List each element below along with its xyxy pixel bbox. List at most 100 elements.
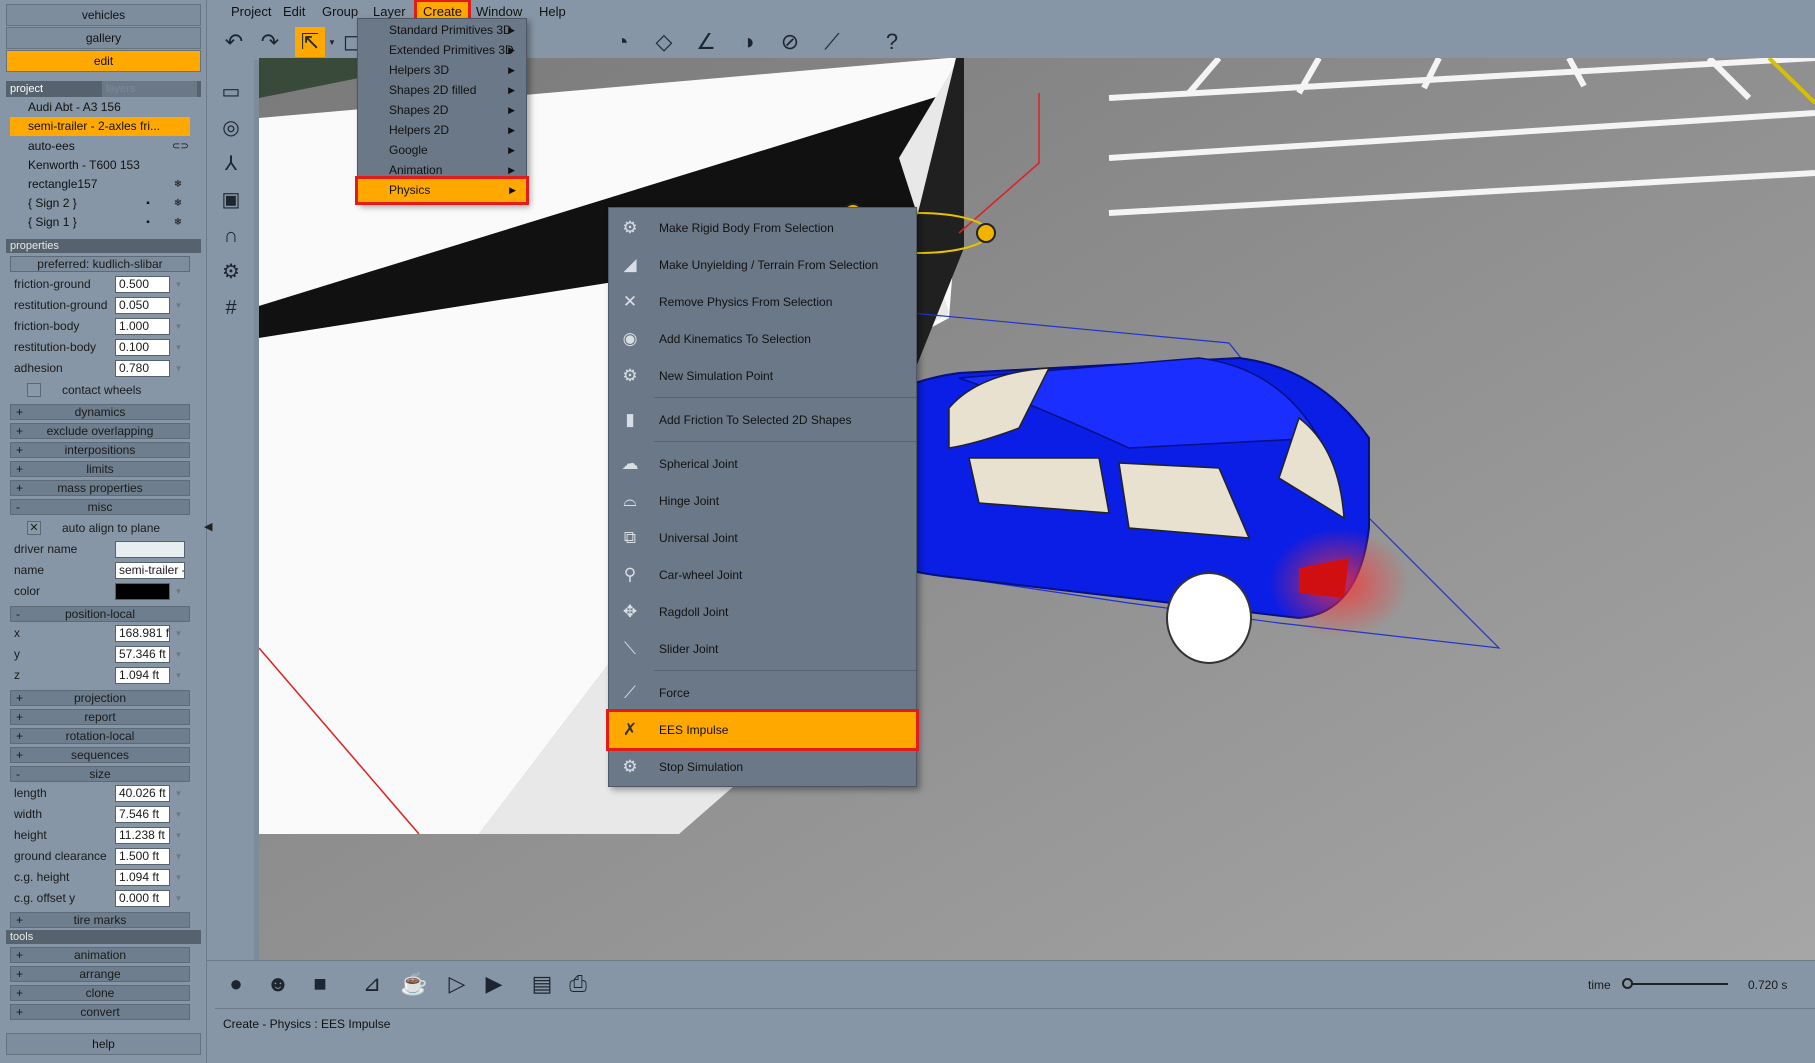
- project-item[interactable]: { Sign 1 } ▪ ❄: [10, 213, 190, 232]
- group-position-local[interactable]: - position-local: [10, 606, 190, 622]
- group-misc[interactable]: - misc: [10, 499, 190, 515]
- spinner-icon[interactable]: ▼: [172, 646, 185, 663]
- length-input[interactable]: 40.026 ft: [115, 785, 170, 802]
- cg-offset-y-input[interactable]: 0.000 ft: [115, 890, 170, 907]
- axis-icon[interactable]: ⅄: [217, 150, 245, 178]
- contact-wheels-checkbox[interactable]: [27, 383, 41, 397]
- position-z-input[interactable]: 1.094 ft: [115, 667, 170, 684]
- group-size[interactable]: - size: [10, 766, 190, 782]
- spinner-icon[interactable]: ▼: [172, 276, 185, 293]
- link-icon[interactable]: ⊂⊃: [172, 141, 189, 152]
- position-y-input[interactable]: 57.346 ft: [115, 646, 170, 663]
- lock-icon[interactable]: ▪: [142, 217, 154, 228]
- help-circle-icon[interactable]: ?: [877, 27, 907, 57]
- spinner-icon[interactable]: ▼: [172, 827, 185, 844]
- color-swatch[interactable]: [115, 583, 170, 600]
- spinner-icon[interactable]: ▼: [172, 318, 185, 335]
- menu-item-universal-joint[interactable]: ⧉ Universal Joint: [609, 520, 916, 556]
- camera-icon[interactable]: ▭: [217, 78, 245, 106]
- project-item[interactable]: { Sign 2 } ▪ ❄: [10, 194, 190, 213]
- play-step-icon[interactable]: ▶: [479, 969, 509, 999]
- spinner-icon[interactable]: ▼: [172, 806, 185, 823]
- spinner-icon[interactable]: ▼: [172, 785, 185, 802]
- group-exclude-overlapping[interactable]: + exclude overlapping: [10, 423, 190, 439]
- gear-icon[interactable]: ⚙: [217, 258, 245, 286]
- box-icon[interactable]: ■: [305, 969, 335, 999]
- auto-align-checkbox[interactable]: ✕: [27, 521, 41, 535]
- sphere-icon[interactable]: ●: [221, 969, 251, 999]
- menu-item-hinge-joint[interactable]: ⌓ Hinge Joint: [609, 483, 916, 519]
- menu-item-stop-simulation[interactable]: ⚙ Stop Simulation: [609, 749, 916, 785]
- spinner-icon[interactable]: ▼: [172, 890, 185, 907]
- restitution-ground-input[interactable]: 0.050: [115, 297, 170, 314]
- tool-convert[interactable]: + convert: [10, 1004, 190, 1020]
- angle-measure-icon[interactable]: ∠: [691, 27, 721, 57]
- spinner-icon[interactable]: ▼: [172, 869, 185, 886]
- menu-item-remove-physics[interactable]: ✕ Remove Physics From Selection: [609, 284, 916, 320]
- ground-clearance-input[interactable]: 1.500 ft: [115, 848, 170, 865]
- menu-item-make-unyielding[interactable]: ◢ Make Unyielding / Terrain From Selectio…: [609, 247, 916, 283]
- grid-icon[interactable]: #: [217, 294, 245, 322]
- project-item[interactable]: auto-ees ⊂⊃: [10, 137, 190, 156]
- menu-item-new-simulation-point[interactable]: ⚙ New Simulation Point: [609, 358, 916, 394]
- width-input[interactable]: 7.546 ft: [115, 806, 170, 823]
- menu-project[interactable]: Project: [225, 2, 277, 22]
- menu-item-physics[interactable]: Physics ▶: [355, 176, 529, 205]
- tab-project[interactable]: project: [6, 81, 102, 97]
- nav-vehicles-button[interactable]: vehicles: [6, 4, 201, 26]
- snowflake-icon[interactable]: ❄: [172, 198, 184, 209]
- orbit-icon[interactable]: ◎: [217, 114, 245, 142]
- adhesion-input[interactable]: 0.780: [115, 360, 170, 377]
- select-arrow-icon[interactable]: ⇱: [295, 27, 325, 57]
- menu-item-ragdoll-joint[interactable]: ✥ Ragdoll Joint: [609, 594, 916, 630]
- cg-height-input[interactable]: 1.094 ft: [115, 869, 170, 886]
- group-tire-marks[interactable]: + tire marks: [10, 912, 190, 928]
- gauge-icon[interactable]: ◔: [607, 27, 637, 57]
- project-item[interactable]: Audi Abt - A3 156: [10, 98, 190, 117]
- nav-gallery-button[interactable]: gallery: [6, 27, 201, 49]
- tab-layers[interactable]: layers: [102, 81, 197, 97]
- group-limits[interactable]: + limits: [10, 461, 190, 477]
- document-icon[interactable]: ▤: [527, 969, 557, 999]
- compass-icon[interactable]: ⊘: [775, 27, 805, 57]
- spinner-icon[interactable]: ▼: [172, 297, 185, 314]
- menu-item-make-rigid-body[interactable]: ⚙ Make Rigid Body From Selection: [609, 210, 916, 246]
- height-input[interactable]: 11.238 ft: [115, 827, 170, 844]
- friction-ground-input[interactable]: 0.500: [115, 276, 170, 293]
- spinner-icon[interactable]: ▼: [172, 360, 185, 377]
- panel-collapse-icon[interactable]: ◀: [204, 520, 212, 533]
- printer-icon[interactable]: ⎙: [563, 969, 593, 999]
- tool-clone[interactable]: + clone: [10, 985, 190, 1001]
- chevron-down-icon[interactable]: ▼: [328, 38, 336, 47]
- impulse-handle-end[interactable]: [976, 223, 996, 243]
- restitution-body-input[interactable]: 0.100: [115, 339, 170, 356]
- magnet-icon[interactable]: ∩: [217, 222, 245, 250]
- group-dynamics[interactable]: + dynamics: [10, 404, 190, 420]
- group-interpositions[interactable]: + interpositions: [10, 442, 190, 458]
- position-x-input[interactable]: 168.981 ft: [115, 625, 170, 642]
- dial-icon[interactable]: ◑: [733, 27, 763, 57]
- friction-body-input[interactable]: 1.000: [115, 318, 170, 335]
- redo-icon[interactable]: ↷: [255, 27, 285, 57]
- menu-item-force[interactable]: ⟋ Force: [609, 675, 916, 711]
- menu-item-add-kinematics[interactable]: ◉ Add Kinematics To Selection: [609, 321, 916, 357]
- group-projection[interactable]: + projection: [10, 690, 190, 706]
- group-mass-properties[interactable]: + mass properties: [10, 480, 190, 496]
- project-item[interactable]: rectangle157 ❄: [10, 175, 190, 194]
- tool-animation[interactable]: + animation: [10, 947, 190, 963]
- snowflake-icon[interactable]: ❄: [172, 217, 184, 228]
- spinner-icon[interactable]: ▼: [172, 848, 185, 865]
- lock-icon[interactable]: ▪: [142, 198, 154, 209]
- project-item-selected[interactable]: semi-trailer - 2-axles fri...: [10, 117, 190, 136]
- undo-icon[interactable]: ↶: [219, 27, 249, 57]
- plane-icon[interactable]: ◇: [649, 27, 679, 57]
- spinner-icon[interactable]: ▼: [172, 339, 185, 356]
- time-slider-handle[interactable]: [1622, 978, 1633, 989]
- spinner-icon[interactable]: ▼: [172, 583, 185, 600]
- group-sequences[interactable]: + sequences: [10, 747, 190, 763]
- time-slider-track[interactable]: [1628, 983, 1728, 985]
- snowflake-icon[interactable]: ❄: [172, 179, 184, 190]
- driver-name-input[interactable]: [115, 541, 185, 558]
- menu-help[interactable]: Help: [533, 2, 572, 22]
- project-item[interactable]: Kenworth - T600 153: [10, 156, 190, 175]
